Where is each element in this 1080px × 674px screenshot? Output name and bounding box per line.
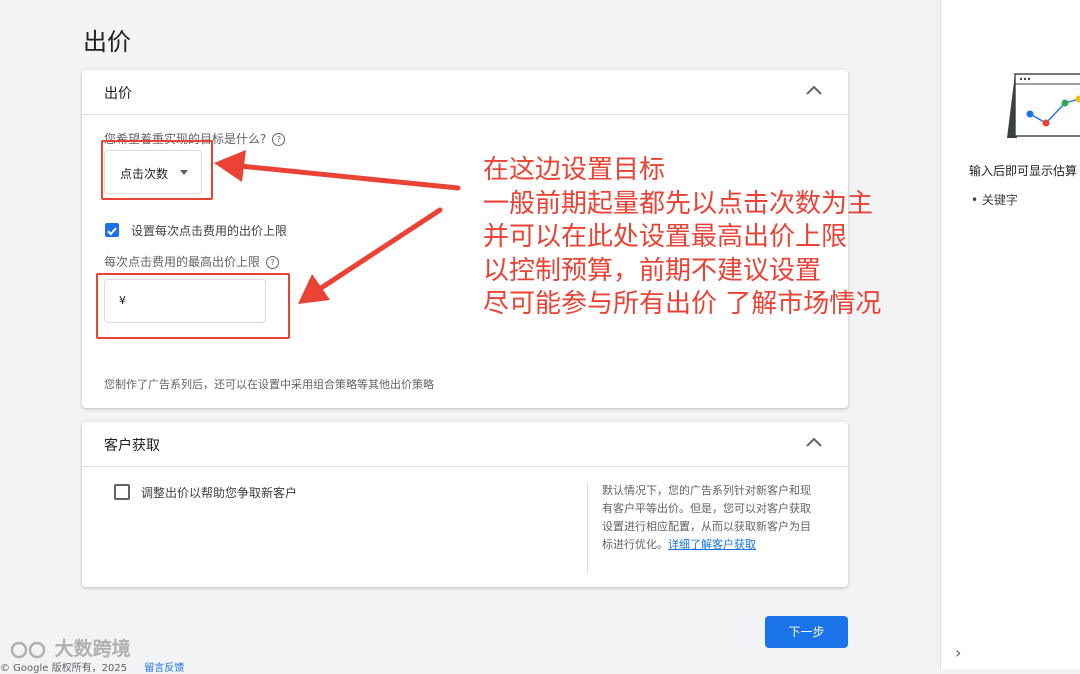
annotation-line: 以控制预算，前期不建议设置 bbox=[483, 255, 881, 289]
side-hint: 输入后即可显示估算 bbox=[969, 162, 1077, 179]
annotation-line: 在这边设置目标 bbox=[483, 154, 881, 188]
arrow-to-max-cpc bbox=[298, 210, 440, 304]
side-bullet-text: 关键字 bbox=[982, 193, 1018, 207]
watermark-text: 大数跨境 bbox=[55, 638, 131, 660]
learn-more-link[interactable]: 详细了解客户获取 bbox=[668, 538, 756, 551]
new-customer-checkbox-label[interactable]: 调整出价以帮助您争取新客户 bbox=[141, 484, 297, 501]
acquisition-description: 默认情况下，您的广告系列针对新客户和现有客户平等出价。但是，您可以对客户获取设置… bbox=[602, 482, 814, 554]
watermark-logo-icon bbox=[10, 639, 48, 661]
next-button[interactable]: 下一步 bbox=[765, 616, 848, 648]
new-customer-checkbox[interactable] bbox=[114, 484, 130, 500]
acquisition-card-header[interactable]: 客户获取 bbox=[82, 422, 848, 467]
footer: © Google 版权所有，2025 留言反馈 bbox=[0, 659, 184, 674]
annotation-text: 在这边设置目标 一般前期起量都先以点击次数为主 并可以在此处设置最高出价上限 以… bbox=[483, 154, 881, 322]
annotation-line: 尽可能参与所有出价 了解市场情况 bbox=[483, 288, 881, 322]
watermark: 大数跨境 bbox=[10, 634, 131, 661]
annotation-line: 并可以在此处设置最高出价上限 bbox=[483, 221, 881, 255]
estimate-illustration bbox=[1003, 70, 1080, 140]
chevron-right-icon[interactable]: › bbox=[955, 643, 961, 662]
chevron-up-icon[interactable] bbox=[806, 437, 822, 447]
annotation-line: 一般前期起量都先以点击次数为主 bbox=[483, 188, 881, 222]
acquisition-card-title: 客户获取 bbox=[104, 435, 160, 455]
acquisition-divider bbox=[587, 482, 588, 574]
arrow-to-goal-select bbox=[214, 150, 458, 188]
side-panel: 输入后即可显示估算 • 关键字 › bbox=[940, 0, 1080, 669]
side-bullet: • 关键字 bbox=[971, 191, 1018, 208]
